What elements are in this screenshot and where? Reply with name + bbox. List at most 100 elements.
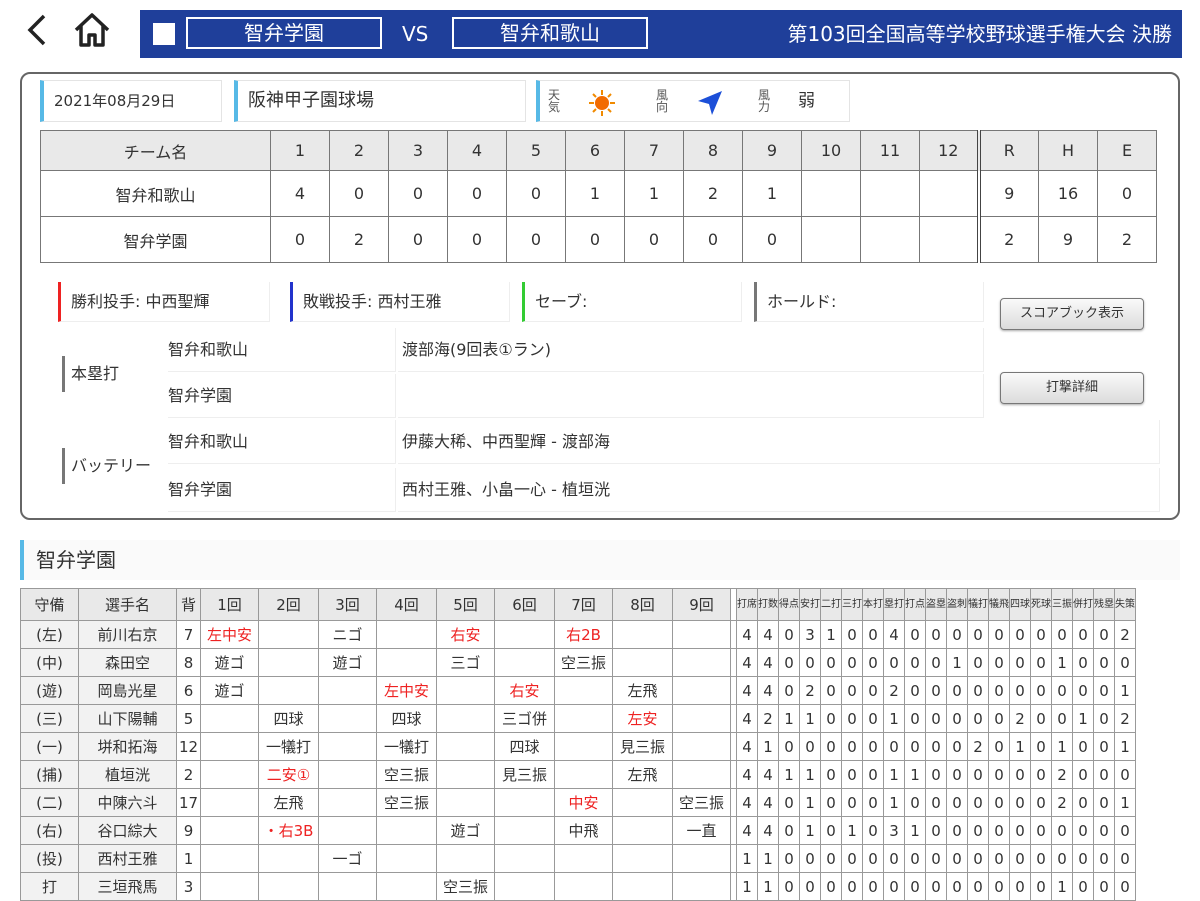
at-bat-result [376, 816, 437, 845]
scoreboard-team-name: 智弁和歌山 [40, 170, 271, 217]
at-bat-result: ニゴ [318, 620, 377, 649]
player-stat: 0 [925, 788, 947, 817]
player-stat: 2 [1114, 620, 1136, 649]
player-stat: 0 [778, 872, 800, 901]
player-stat: 0 [1009, 648, 1031, 677]
stat-col-header: 打点 [904, 588, 926, 621]
at-bat-result: 空三振 [376, 760, 437, 789]
player-name: 三垣飛馬 [78, 872, 177, 901]
player-position: (左) [20, 620, 79, 649]
player-stat: 4 [757, 760, 779, 789]
player-stat: 0 [841, 704, 863, 733]
at-bat-result [494, 788, 555, 817]
scoreboard-table: チーム名 1 2 3 4 5 6 7 8 9 10 11 12 R H E 智弁… [40, 130, 1157, 263]
at-bat-result [436, 732, 495, 761]
player-stat: 2 [757, 704, 779, 733]
losing-pitcher: 敗戦投手: 西村王雅 [290, 282, 510, 322]
away-team-box: 智弁和歌山 [452, 17, 648, 49]
player-stat: 1 [904, 816, 926, 845]
player-stat: 1 [736, 872, 758, 901]
at-bat-result [376, 648, 437, 677]
player-stat: 0 [988, 620, 1010, 649]
player-stat: 4 [736, 704, 758, 733]
player-stat: 0 [799, 872, 821, 901]
player-row: (捕) 植垣洸 2 二安① 空三振 見三振 左飛 4 4 1 1 0 0 0 1 1 0 0 0 0 0 0 2 0 0 0 [20, 760, 1136, 789]
player-stat: 0 [1093, 732, 1115, 761]
errors-total: 0 [1097, 170, 1157, 217]
player-stat: 0 [946, 872, 968, 901]
home-button[interactable] [70, 10, 114, 50]
batting-col-header: 背 [176, 588, 201, 621]
player-stat: 0 [904, 732, 926, 761]
hits-total: 9 [1038, 216, 1098, 263]
player-stat: 1 [1114, 676, 1136, 705]
inning-score: 0 [624, 216, 684, 263]
back-button[interactable] [14, 10, 58, 50]
player-stat: 0 [967, 648, 989, 677]
at-bat-result [612, 788, 673, 817]
batting-detail-button[interactable]: 打撃詳細 [1000, 372, 1144, 404]
battery-label: バッテリー [62, 448, 151, 484]
homerun-team1: 智弁和歌山 [168, 328, 396, 372]
home-icon [74, 13, 110, 47]
player-stat: 4 [757, 676, 779, 705]
player-stat: 0 [1093, 844, 1115, 873]
stat-col-header: 残塁 [1093, 588, 1115, 621]
player-stat: 0 [925, 760, 947, 789]
at-bat-result [494, 844, 555, 873]
at-bat-result: 空三振 [436, 872, 495, 901]
at-bat-result [554, 844, 613, 873]
homerun-team1-value: 渡部海(9回表①ラン) [398, 328, 984, 372]
player-row: (二) 中陳六斗 17 左飛 空三振 中安 空三振 4 4 0 1 0 0 0 1 0 0 0 0 0 0 0 2 0 0 1 [20, 788, 1136, 817]
top-bar: 智弁学園 VS 智弁和歌山 第103回全国高等学校野球選手権大会 決勝 [0, 0, 1200, 64]
at-bat-result [612, 844, 673, 873]
player-stat: 4 [736, 760, 758, 789]
player-stat: 0 [967, 816, 989, 845]
player-stat: 0 [904, 620, 926, 649]
player-stat: 0 [841, 760, 863, 789]
player-stat: 0 [1072, 648, 1094, 677]
player-stat: 0 [1051, 844, 1073, 873]
player-position: (遊) [20, 676, 79, 705]
at-bat-result [554, 676, 613, 705]
at-bat-result [612, 872, 673, 901]
player-stat: 0 [1114, 760, 1136, 789]
player-row: (右) 谷口綜大 9 ・右3B 遊ゴ 中飛 一直 4 4 0 1 0 1 0 3 1 0 0 0 0 0 0 0 0 0 0 [20, 816, 1136, 845]
stat-col-header: 二打 [820, 588, 842, 621]
player-stat: 0 [820, 676, 842, 705]
hits-total: 16 [1038, 170, 1098, 217]
homerun-team2: 智弁学園 [168, 374, 396, 418]
scorebook-button[interactable]: スコアブック表示 [1000, 298, 1144, 330]
hold-pitcher: ホールド: [754, 282, 984, 322]
battery-team2-value: 西村王雅、小畠一心 - 植垣洸 [398, 468, 1160, 512]
at-bat-result [554, 760, 613, 789]
player-stat: 0 [925, 620, 947, 649]
at-bat-result: 空三振 [672, 788, 731, 817]
at-bat-result: 左飛 [612, 676, 673, 705]
player-stat: 0 [820, 816, 842, 845]
player-stat: 0 [1009, 872, 1031, 901]
at-bat-result [494, 648, 555, 677]
player-stat: 4 [736, 648, 758, 677]
player-stat: 0 [1072, 620, 1094, 649]
at-bat-result [612, 816, 673, 845]
at-bat-result [672, 760, 731, 789]
match-header: 智弁学園 VS 智弁和歌山 第103回全国高等学校野球選手権大会 決勝 [140, 10, 1182, 58]
player-row: (三) 山下陽輔 5 四球 四球 三ゴ併 左安 4 2 1 1 0 0 0 1 0 0 0 0 0 2 0 0 1 0 2 [20, 704, 1136, 733]
chevron-left-icon [27, 14, 46, 46]
game-date: 2021年08月29日 [54, 92, 176, 110]
home-team-box: 智弁学園 [186, 17, 382, 49]
player-stat: 0 [1030, 872, 1052, 901]
player-position: (二) [20, 788, 79, 817]
player-stat: 0 [1072, 760, 1094, 789]
player-name: 中陳六斗 [78, 788, 177, 817]
inning-score: 0 [506, 216, 566, 263]
player-stat: 0 [1051, 676, 1073, 705]
player-stat: 0 [883, 844, 905, 873]
runs-header: R [976, 130, 1039, 171]
player-stat: 0 [988, 760, 1010, 789]
section-title: 智弁学園 [20, 540, 1180, 580]
player-stat: 0 [841, 788, 863, 817]
player-stat: 0 [799, 844, 821, 873]
player-stat: 0 [862, 760, 884, 789]
